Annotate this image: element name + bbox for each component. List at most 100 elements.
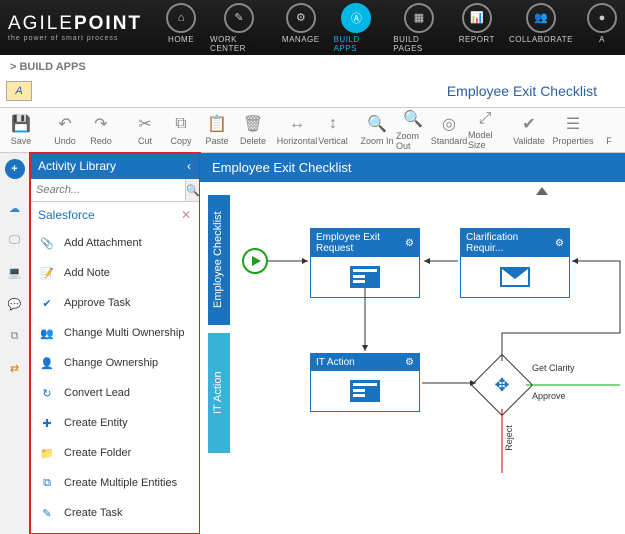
nav-report[interactable]: 📊REPORT [459,3,495,53]
gateway-decision[interactable]: ✥ [471,354,533,416]
close-category-icon[interactable]: ✕ [181,208,191,222]
toolbar-label: Model Size [468,130,502,150]
library-item-icon: 📁 [38,444,56,462]
toolbar-icon: ✂ [138,114,151,134]
node-title: Clarification Requir... [466,232,555,254]
lane-it-action[interactable]: IT Action [208,333,230,453]
dock-screen-icon[interactable]: 🖵 [4,229,26,251]
search-button[interactable]: 🔍 [185,179,200,201]
library-item-create-task[interactable]: ✎Create Task [30,498,199,528]
library-item-icon: 👥 [38,324,56,342]
title-row: A Employee Exit Checklist [0,79,625,107]
library-item-change-multi-ownership[interactable]: 👥Change Multi Ownership [30,318,199,348]
collapse-icon[interactable]: ‹ [187,159,191,173]
brand-tagline: the power of smart process [8,35,142,42]
toolbar-delete[interactable]: 🗑Delete [236,110,270,150]
library-item-add-note[interactable]: 📝Add Note [30,258,199,288]
toolbar-cut[interactable]: ✂Cut [128,110,162,150]
toolbar-save[interactable]: 💾Save [4,110,38,150]
library-item-icon: ⧉ [38,474,56,492]
gear-icon[interactable]: ⚙ [405,238,414,249]
toolbar-zoom-in[interactable]: 🔍Zoom In [360,110,394,150]
library-item-label: Approve Task [64,297,130,309]
gear-icon[interactable]: ⚙ [555,238,564,249]
nav-icon: 👥 [526,3,556,33]
library-search-row: 🔍 [30,179,199,202]
nav-work-center[interactable]: ✎WORK CENTER [210,3,268,53]
nav-label: COLLABORATE [509,35,573,44]
toolbar-label: Vertical [318,136,348,146]
library-item-add-attachment[interactable]: 📎Add Attachment [30,228,199,258]
dock-chat-icon[interactable]: 💬 [4,293,26,315]
toolbar-validate[interactable]: ✔Validate [512,110,546,150]
library-item-icon: 📎 [38,234,56,252]
library-item-icon: ✎ [38,504,56,522]
library-item-label: Create Multiple Entities [64,477,177,489]
library-item-label: Create Entity [64,417,128,429]
toolbar-vertical[interactable]: ↕Vertical [316,110,350,150]
toolbar-icon: 🗑 [243,114,263,134]
toolbar-icon: 📋 [207,114,227,134]
toolbar-label: Copy [170,136,191,146]
dock-window-icon[interactable]: ⧉ [4,325,26,347]
toolbar-standard[interactable]: ◎Standard [432,110,466,150]
library-item-approve-task[interactable]: ✔ Approve Task [30,288,199,318]
node-exit-request[interactable]: Employee Exit Request⚙ [310,228,420,298]
toolbar-label: Redo [90,136,112,146]
toolbar-horizontal[interactable]: ↔Horizontal [280,110,314,150]
toolbar-redo[interactable]: ↷Redo [84,110,118,150]
form-icon [350,266,380,288]
edge-approve: Approve [532,391,566,401]
toolbar-copy[interactable]: ⧉Copy [164,110,198,150]
toolbar-f[interactable]: F [592,110,625,150]
node-clarification[interactable]: Clarification Requir...⚙ [460,228,570,298]
toolbar-model-size[interactable]: ⤢ Model Size [468,110,502,150]
nav-build-pages[interactable]: ▦BUILD PAGES [393,3,444,53]
search-input[interactable] [30,179,185,201]
mail-icon [500,267,530,287]
nav-icon: ● [587,3,617,33]
nav-home[interactable]: ⌂HOME [166,3,196,53]
process-canvas[interactable]: Employee Exit Checklist Employee Checkli… [200,153,625,534]
dock-flow-icon[interactable]: ⇄ [4,357,26,379]
dock-laptop-icon[interactable]: 💻 [4,261,26,283]
nav-collaborate[interactable]: 👥 COLLABORATE [509,3,573,53]
nav-a[interactable]: ●A [587,3,617,53]
canvas-tab-header[interactable]: Employee Exit Checklist [200,153,625,182]
nav-label: MANAGE [282,35,320,44]
add-button[interactable]: + [5,159,25,179]
nav-label: A [599,35,605,44]
node-it-action[interactable]: IT Action⚙ [310,353,420,412]
toolbar-paste[interactable]: 📋 Paste [200,110,234,150]
nav-build-apps[interactable]: ⒶBUILD APPS [334,3,380,53]
start-node[interactable] [242,248,268,274]
nav-manage[interactable]: ⚙ MANAGE [282,3,320,53]
brand-part1: AGILE [8,13,74,34]
library-item-change-ownership[interactable]: 👤Change Ownership [30,348,199,378]
library-item-create-entity[interactable]: ✚Create Entity [30,408,199,438]
nav-icon: ⚙ [286,3,316,33]
library-item-create-folder[interactable]: 📁Create Folder [30,438,199,468]
toolbar-label: Paste [205,136,228,146]
toolbar-icon: ⤢ [479,110,492,128]
toolbar-properties[interactable]: ☰Properties [556,110,590,150]
gear-icon[interactable]: ⚙ [405,357,414,368]
app-tab[interactable]: A [6,81,32,101]
toolbar-undo[interactable]: ↶Undo [48,110,82,150]
nav-icon: ✎ [224,3,254,33]
collapse-ruler-icon[interactable] [536,187,548,195]
toolbar-icon: 💾 [11,114,31,134]
library-header[interactable]: Activity Library ‹ [30,153,199,179]
toolbar-label: Horizontal [277,136,318,146]
library-item-label: Add Note [64,267,110,279]
nav-label: HOME [168,35,194,44]
lane-employee-checklist[interactable]: Employee Checklist [208,195,230,325]
toolbar-icon: ☰ [566,114,580,134]
library-item-convert-lead[interactable]: ↻Convert Lead [30,378,199,408]
library-category[interactable]: Salesforce ✕ [30,202,199,228]
library-item-create-multiple-entities[interactable]: ⧉ Create Multiple Entities [30,468,199,498]
dock-cloud-icon[interactable]: ☁ [4,197,26,219]
library-item-icon: ✔ [38,294,56,312]
toolbar-zoom-out[interactable]: 🔍Zoom Out [396,110,430,150]
toolbar-icon: 🔍 [367,114,387,134]
